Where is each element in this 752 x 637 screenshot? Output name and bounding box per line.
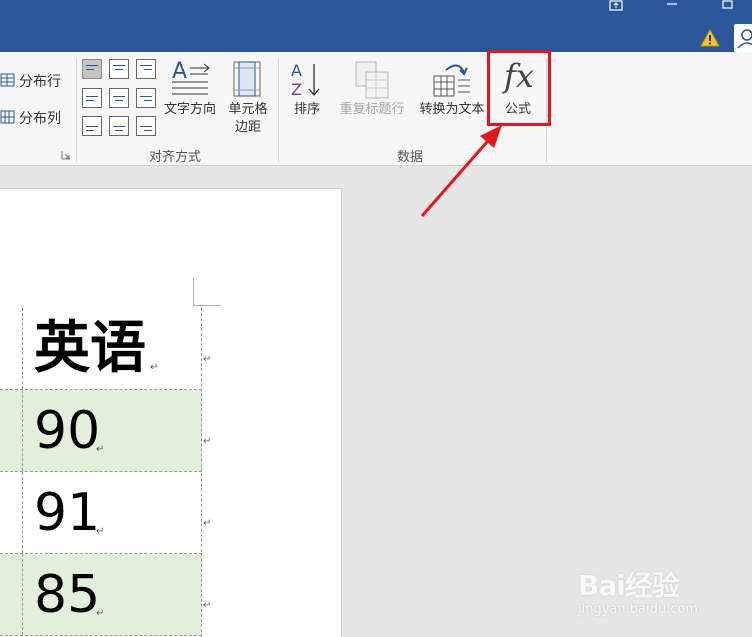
align-bottom-right-button[interactable] <box>136 116 156 136</box>
minimize-icon[interactable] <box>660 0 684 22</box>
repeat-header-rows-button[interactable]: 重复标题行 <box>333 102 411 118</box>
row-end-mark: ↵ <box>203 600 212 611</box>
red-arrow-annotation <box>420 125 502 217</box>
watermark-brand: Bai经验 <box>578 569 680 602</box>
table-row: 91 ↵ ↵ <box>0 472 211 554</box>
cell-end-mark: ↵ <box>96 444 105 455</box>
group-separator <box>76 58 77 162</box>
score-cell[interactable]: 90 <box>34 396 100 466</box>
distribute-columns-button[interactable]: 分布列 <box>19 108 61 128</box>
formula-highlight-box <box>487 50 551 126</box>
watermark-url: jingyan.baidu.com <box>578 602 698 617</box>
text-direction-icon: A <box>172 59 210 95</box>
cell-end-mark: ↵ <box>96 608 105 619</box>
svg-text:A: A <box>291 61 302 80</box>
user-account-button[interactable] <box>734 24 752 52</box>
svg-text:Z: Z <box>291 80 302 99</box>
row-end-mark: ↵ <box>203 436 212 447</box>
table-cell[interactable] <box>0 308 23 389</box>
text-direction-button[interactable]: 文字方向 <box>160 102 220 118</box>
cell-margins-icon <box>233 61 261 97</box>
table-cell[interactable] <box>0 472 23 553</box>
table-row: 85 ↵ ↵ <box>0 554 211 636</box>
score-cell[interactable]: 85 <box>34 560 100 630</box>
cell-margins-label-2: 边距 <box>234 120 261 135</box>
warning-icon[interactable] <box>700 28 720 48</box>
row-end-mark: ↵ <box>203 354 212 365</box>
table-cell[interactable] <box>0 554 23 635</box>
restore-window-icon[interactable] <box>716 0 740 22</box>
score-cell[interactable]: 91 <box>34 478 100 548</box>
table-border <box>201 308 202 637</box>
distribute-columns-icon <box>0 110 15 124</box>
cell-end-mark: ↵ <box>96 526 105 537</box>
table-cell[interactable] <box>0 390 23 471</box>
align-middle-right-button[interactable] <box>136 88 156 108</box>
group-separator <box>278 58 279 162</box>
align-middle-center-button[interactable] <box>109 88 129 108</box>
table-row: 90 ↵ ↵ <box>0 390 211 472</box>
convert-to-text-icon <box>433 64 470 97</box>
user-icon <box>737 29 752 49</box>
sort-icon: A Z <box>291 61 320 99</box>
repeat-header-rows-icon <box>355 61 389 99</box>
distribute-rows-icon <box>0 73 15 87</box>
cell-end-mark: ↵ <box>150 362 159 373</box>
page-corner-mark <box>193 278 194 306</box>
header-cell-english[interactable]: 英语 <box>34 314 146 384</box>
align-top-left-button[interactable] <box>82 59 102 79</box>
align-bottom-center-button[interactable] <box>109 116 129 136</box>
align-top-center-button[interactable] <box>109 59 129 79</box>
watermark: Bai经验 jingyan.baidu.com <box>572 562 752 632</box>
title-bar <box>0 0 752 52</box>
convert-to-text-button[interactable]: 转换为文本 <box>413 102 491 118</box>
svg-text:A: A <box>172 59 187 84</box>
sort-button[interactable]: 排序 <box>287 102 327 118</box>
align-bottom-left-button[interactable] <box>82 116 102 136</box>
distribute-rows-button[interactable]: 分布行 <box>19 71 61 91</box>
ribbon-display-options-icon[interactable] <box>604 0 628 22</box>
table-row: 英语 ↵ ↵ <box>0 308 211 390</box>
row-end-mark: ↵ <box>203 518 212 529</box>
align-top-right-button[interactable] <box>136 59 156 79</box>
alignment-group-label: 对齐方式 <box>148 150 201 165</box>
dialog-launcher-icon[interactable] <box>61 150 71 160</box>
ribbon: 分布行 分布列 A 文字方向 单元格 边距 对齐方式 A Z 排序 重复标题行 … <box>0 52 752 166</box>
cell-margins-button[interactable]: 单元格 <box>221 102 275 118</box>
page-corner-mark <box>193 305 221 306</box>
align-middle-left-button[interactable] <box>82 88 102 108</box>
